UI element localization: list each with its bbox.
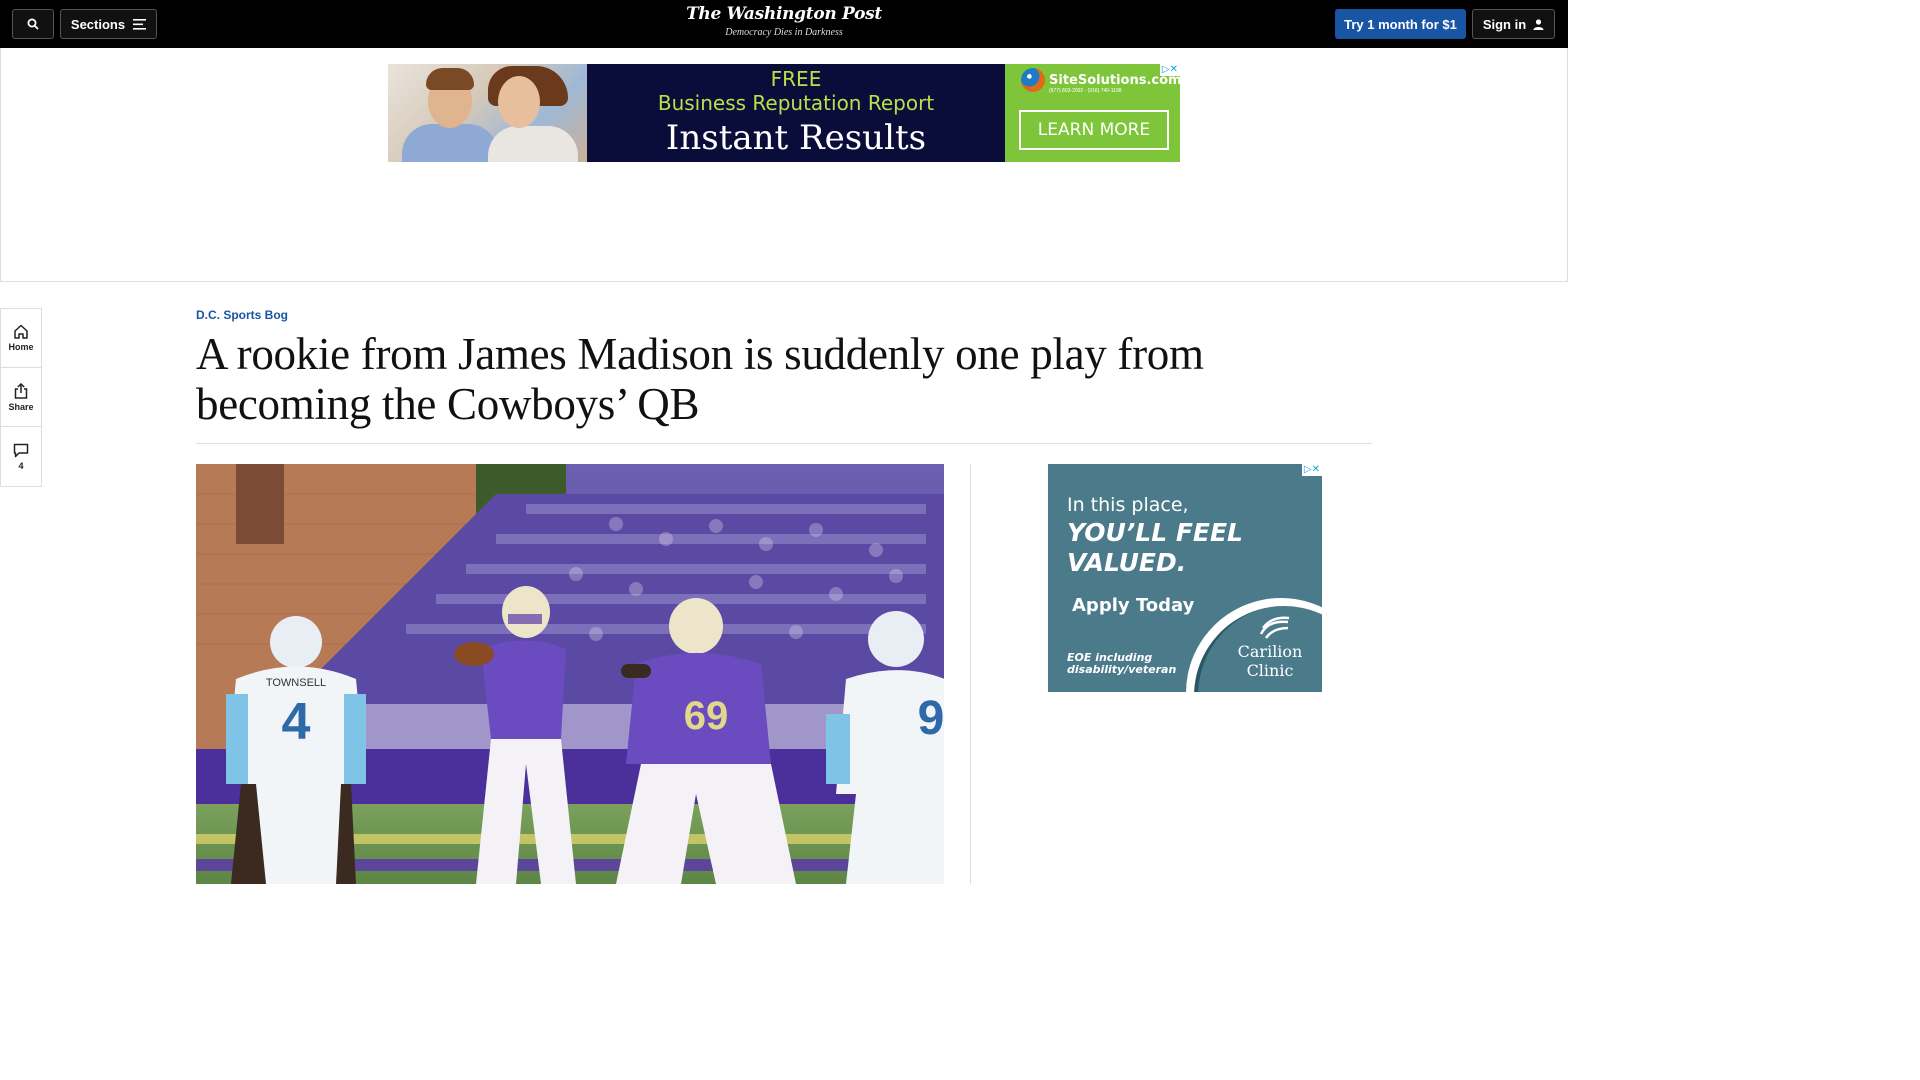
rail-comments-count: 4 — [18, 460, 24, 471]
sign-in-label: Sign in — [1482, 16, 1527, 32]
jersey-right-number: 9 — [918, 692, 944, 745]
side-ad-fineprint: EOE including disability/veteran — [1067, 651, 1177, 676]
globe-icon — [1021, 68, 1045, 92]
article-title: A rookie from James Madison is suddenly … — [196, 329, 1204, 429]
jersey-left-number: 4 — [282, 693, 311, 751]
football-photo: TOWNSELL 4 69 9 — [196, 464, 944, 884]
masthead-logo[interactable]: The Washington Post — [684, 4, 884, 24]
top-banner-ad[interactable]: FREE Business Reputation Report Instant … — [388, 64, 1180, 162]
search-icon — [27, 18, 39, 30]
jersey-left-name: TOWNSELL — [266, 677, 326, 689]
sign-in-button[interactable]: Sign in — [1472, 9, 1555, 39]
masthead[interactable]: The Washington Post Democracy Dies in Da… — [684, 4, 884, 38]
side-ad-line1: In this place, — [1067, 494, 1189, 516]
jersey-center-number: 69 — [684, 694, 729, 738]
user-icon — [1533, 18, 1544, 30]
ad-brand: SiteSolutions.com (877) 803-2002 · (916)… — [1021, 68, 1180, 94]
top-nav-bar: Sections The Washington Post Democracy D… — [0, 0, 1568, 48]
side-ad-brand: Carilion Clinic — [1214, 642, 1322, 680]
side-ad-line2b: VALUED. — [1067, 548, 1187, 577]
carilion-logo-icon — [1259, 616, 1290, 639]
rail-home-button[interactable]: Home — [1, 309, 41, 368]
column-divider — [970, 464, 971, 884]
rail-comments-button[interactable]: 4 — [1, 427, 41, 486]
menu-icon — [133, 18, 147, 30]
side-ad-cta[interactable]: Apply Today — [1072, 595, 1194, 616]
ad-headline-report: Business Reputation Report — [657, 91, 935, 115]
left-action-rail: Home Share 4 — [0, 308, 42, 487]
sections-label: Sections — [70, 16, 126, 32]
ad-photo — [388, 64, 587, 162]
side-ad-line2a: YOU’LL FEEL — [1067, 518, 1243, 547]
masthead-tagline: Democracy Dies in Darkness — [725, 27, 843, 38]
home-icon — [14, 324, 28, 339]
article-kicker[interactable]: D.C. Sports Bog — [196, 308, 288, 322]
side-ad-line2: YOU’LL FEEL VALUED. — [1067, 518, 1243, 578]
adchoices-icon[interactable]: ▷✕ — [1301, 464, 1322, 476]
adchoices-icon[interactable]: ▷✕ — [1159, 64, 1180, 76]
rail-share-label: Share — [8, 401, 34, 412]
sections-button[interactable]: Sections — [60, 9, 157, 39]
title-divider — [196, 443, 1372, 444]
search-button[interactable] — [12, 9, 54, 39]
ad-learn-more-button[interactable]: LEARN MORE — [1019, 110, 1169, 150]
ad-cta-panel: SiteSolutions.com (877) 803-2002 · (916)… — [1005, 64, 1180, 162]
subscribe-button[interactable]: Try 1 month for $1 — [1335, 9, 1466, 39]
ad-headline-free: FREE — [770, 67, 822, 91]
side-ad-brand-line1: Carilion — [1237, 642, 1303, 661]
comment-icon — [13, 443, 29, 457]
ad-brand-phone: (877) 803-2002 · (916) 740-1198 — [1049, 88, 1122, 94]
ad-headline-results: Instant Results — [665, 118, 927, 158]
rail-share-button[interactable]: Share — [1, 368, 41, 427]
side-ad-brand-line2: Clinic — [1246, 661, 1294, 680]
share-icon — [14, 382, 28, 399]
side-display-ad[interactable]: In this place, YOU’LL FEEL VALUED. Apply… — [1048, 464, 1322, 692]
hero-image[interactable]: TOWNSELL 4 69 9 — [196, 464, 944, 884]
rail-home-label: Home — [8, 342, 34, 352]
